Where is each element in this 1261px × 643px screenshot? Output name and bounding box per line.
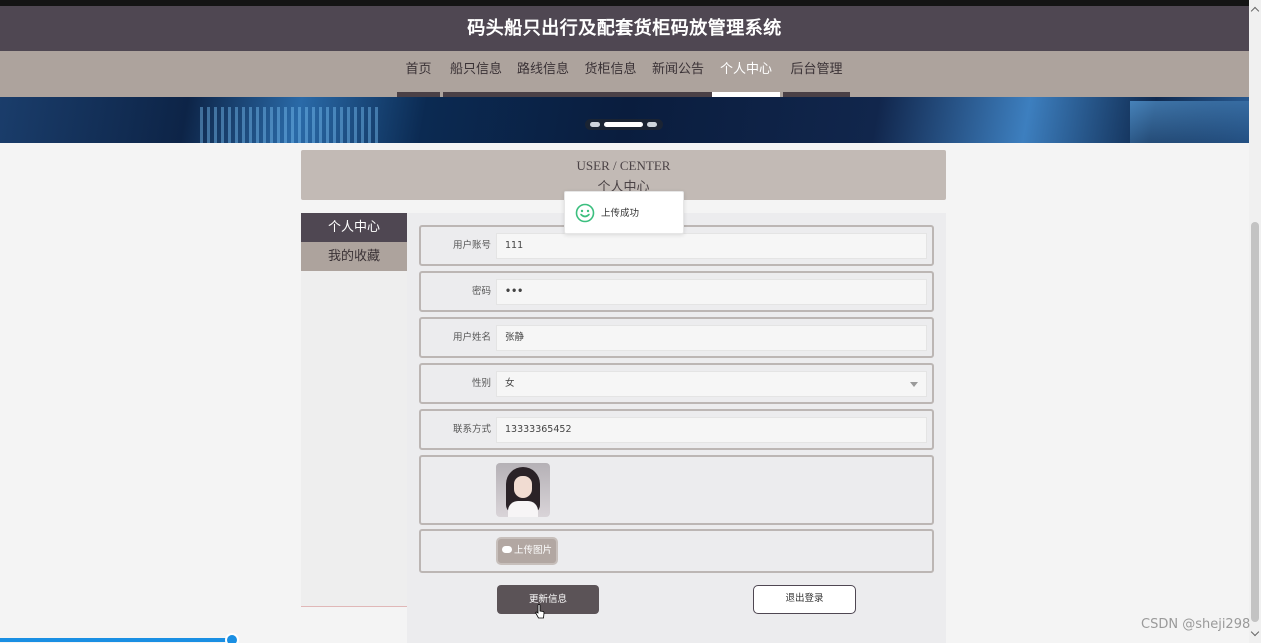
carousel-dot[interactable] — [647, 122, 657, 127]
gender-label: 性别 — [471, 378, 491, 389]
upload-button-label: 上传图片 — [513, 545, 552, 556]
smile-icon — [575, 203, 595, 223]
form-row-avatar — [419, 455, 934, 525]
nav-item-label: 后台管理 — [790, 62, 843, 77]
account-input[interactable]: 111 — [496, 233, 927, 259]
nav-item-home[interactable]: 首页 — [397, 51, 440, 97]
banner-carousel — [0, 97, 1249, 143]
form-row-contact: 联系方式 13333365452 — [419, 409, 934, 450]
contact-input[interactable]: 13333365452 — [496, 417, 927, 443]
video-progress-knob[interactable] — [225, 633, 239, 643]
nav-item-admin[interactable]: 后台管理 — [783, 51, 850, 97]
nav-item-news[interactable]: 新闻公告 — [644, 51, 712, 97]
avatar-image — [496, 463, 550, 517]
form-row-password: 密码 ••• — [419, 271, 934, 312]
scrollbar-thumb[interactable] — [1251, 222, 1259, 622]
nav-item-label: 货柜信息 — [584, 62, 637, 77]
name-input[interactable]: 张静 — [496, 325, 927, 351]
site-header: 码头船只出行及配套货柜码放管理系统 — [0, 6, 1249, 51]
upload-success-toast: 上传成功 — [564, 191, 684, 234]
form-row-name: 用户姓名 张静 — [419, 317, 934, 358]
pointer-cursor-icon — [535, 604, 545, 619]
watermark: CSDN @sheji298 — [1141, 617, 1251, 632]
nav-item-routes[interactable]: 路线信息 — [509, 51, 577, 97]
update-info-button[interactable]: 更新信息 — [497, 585, 599, 614]
carousel-dot[interactable] — [590, 122, 600, 127]
gender-select[interactable]: 女 — [496, 371, 927, 397]
carousel-indicators — [585, 119, 663, 130]
sidebar: 个人中心 我的收藏 — [301, 213, 407, 607]
logout-button[interactable]: 退出登录 — [753, 585, 856, 614]
account-label: 用户账号 — [452, 240, 491, 251]
nav-item-label: 首页 — [405, 62, 432, 77]
video-progress-bar[interactable] — [0, 638, 233, 642]
nav-item-ships[interactable]: 船只信息 — [443, 51, 509, 97]
page-header-en: USER / CENTER — [576, 158, 671, 173]
gender-select-value: 女 — [505, 378, 515, 389]
nav-item-label: 路线信息 — [516, 62, 569, 77]
form-row-gender: 性别 女 — [419, 363, 934, 404]
toast-message: 上传成功 — [601, 208, 640, 219]
nav-item-containers[interactable]: 货柜信息 — [577, 51, 644, 97]
contact-label: 联系方式 — [452, 424, 491, 435]
form-row-upload: 上传图片 — [419, 529, 934, 573]
nav-item-label: 新闻公告 — [651, 62, 704, 77]
sidebar-item-user-center[interactable]: 个人中心 — [301, 213, 407, 242]
site-title: 码头船只出行及配套货柜码放管理系统 — [467, 18, 782, 39]
password-label: 密码 — [471, 286, 491, 297]
main-nav: 首页 船只信息 路线信息 货柜信息 新闻公告 个人中心 后台管理 — [0, 51, 1249, 97]
nav-item-user-center[interactable]: 个人中心 — [712, 51, 780, 97]
nav-item-label: 个人中心 — [719, 62, 772, 77]
upload-image-button[interactable]: 上传图片 — [496, 537, 558, 565]
chevron-down-icon — [910, 382, 918, 387]
nav-item-label: 船只信息 — [449, 62, 502, 77]
password-input[interactable]: ••• — [496, 279, 927, 305]
name-label: 用户姓名 — [452, 332, 491, 343]
cloud-upload-icon — [501, 546, 512, 553]
carousel-dot-active[interactable] — [604, 122, 643, 127]
sidebar-item-favorites[interactable]: 我的收藏 — [301, 242, 407, 271]
